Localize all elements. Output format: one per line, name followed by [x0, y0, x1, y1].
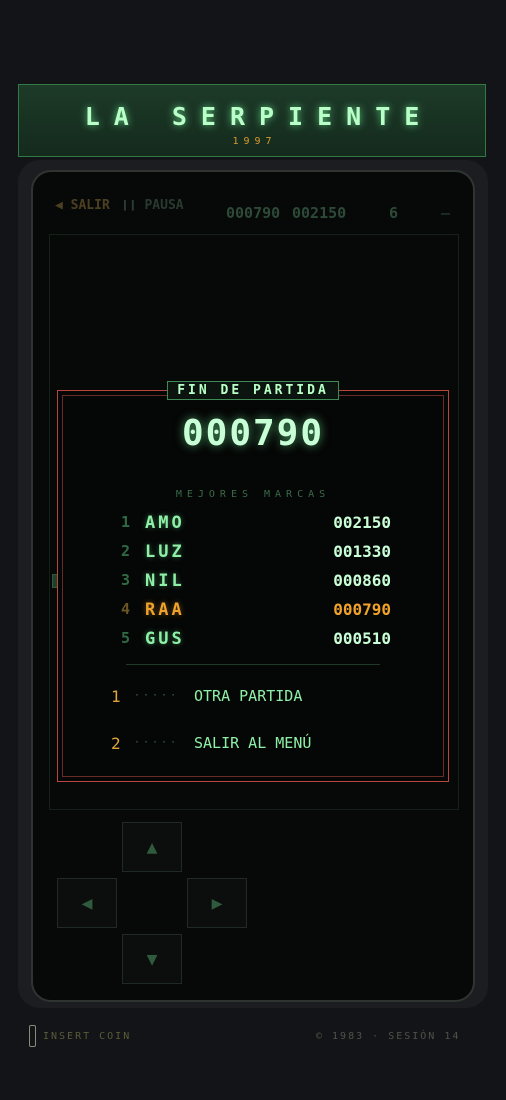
highscore-name: RAA	[145, 600, 185, 620]
insert-coin-label: INSERT COIN	[43, 1031, 132, 1042]
arrow-left-icon: ◀	[81, 892, 93, 914]
highscore-score: 002150	[333, 513, 391, 532]
exit-to-menu-option[interactable]: 2 ····· SALIR AL MENÚ	[58, 734, 448, 758]
highscore-row: 2 LUZ 001330	[58, 542, 448, 566]
game-over-panel: FIN DE PARTIDA 000790 MEJORES MARCAS 1 A…	[57, 381, 449, 782]
hud-bar: ◀ SALIR ❙❙ PAUSA 000790 002150 6 —	[33, 172, 473, 232]
dpad-up-button[interactable]: ▲	[122, 822, 182, 872]
hud-score: 000790	[226, 204, 281, 222]
copyright-session: © 1983 · SESIÓN 14	[316, 1031, 461, 1042]
option-key: 2	[111, 734, 121, 753]
highscore-rank: 3	[121, 571, 131, 589]
exit-button[interactable]: ◀ SALIR	[55, 198, 110, 213]
arrow-right-icon: ▶	[211, 892, 223, 914]
highscore-row-current: 4 RAA 000790	[58, 600, 448, 624]
highscore-name: GUS	[145, 629, 185, 649]
highscore-row: 5 GUS 000510	[58, 629, 448, 653]
arrow-up-icon: ▲	[146, 836, 158, 858]
hud-lives: —	[441, 204, 451, 222]
dpad-right-button[interactable]: ▶	[187, 878, 247, 928]
arrow-down-icon: ▼	[146, 948, 158, 970]
highscore-rank: 4	[121, 600, 131, 618]
highscore-score: 001330	[333, 542, 391, 561]
final-score: 000790	[181, 413, 325, 454]
highscore-rank: 2	[121, 542, 131, 560]
highscore-row: 1 AMO 002150	[58, 513, 448, 537]
highscore-score: 000790	[333, 600, 391, 619]
option-label: SALIR AL MENÚ	[194, 734, 312, 752]
game-year: 1997	[232, 136, 277, 147]
highscore-rank: 5	[121, 629, 131, 647]
title-banner: LA SERPIENTE 1997	[18, 84, 486, 157]
dpad-left-button[interactable]: ◀	[57, 878, 117, 928]
option-dots: ·····	[134, 690, 180, 701]
game-over-title: FIN DE PARTIDA	[167, 381, 339, 400]
game-title: LA SERPIENTE	[84, 102, 434, 131]
highscore-score: 000860	[333, 571, 391, 590]
hud-level: 6	[389, 204, 399, 222]
highscores-title: MEJORES MARCAS	[175, 489, 331, 500]
highscore-name: AMO	[145, 513, 185, 533]
hud-best-score: 002150	[292, 204, 347, 222]
highscore-name: NIL	[145, 571, 185, 591]
dpad-down-button[interactable]: ▼	[122, 934, 182, 984]
play-again-option[interactable]: 1 ····· OTRA PARTIDA	[58, 687, 448, 711]
coin-slot-icon	[29, 1025, 36, 1047]
option-key: 1	[111, 687, 121, 706]
highscore-row: 3 NIL 000860	[58, 571, 448, 595]
highscore-rank: 1	[121, 513, 131, 531]
panel-divider	[126, 664, 380, 665]
highscore-name: LUZ	[145, 542, 185, 562]
highscore-score: 000510	[333, 629, 391, 648]
option-dots: ·····	[134, 737, 180, 748]
pause-button[interactable]: ❙❙ PAUSA	[121, 198, 184, 213]
option-label: OTRA PARTIDA	[194, 687, 303, 705]
